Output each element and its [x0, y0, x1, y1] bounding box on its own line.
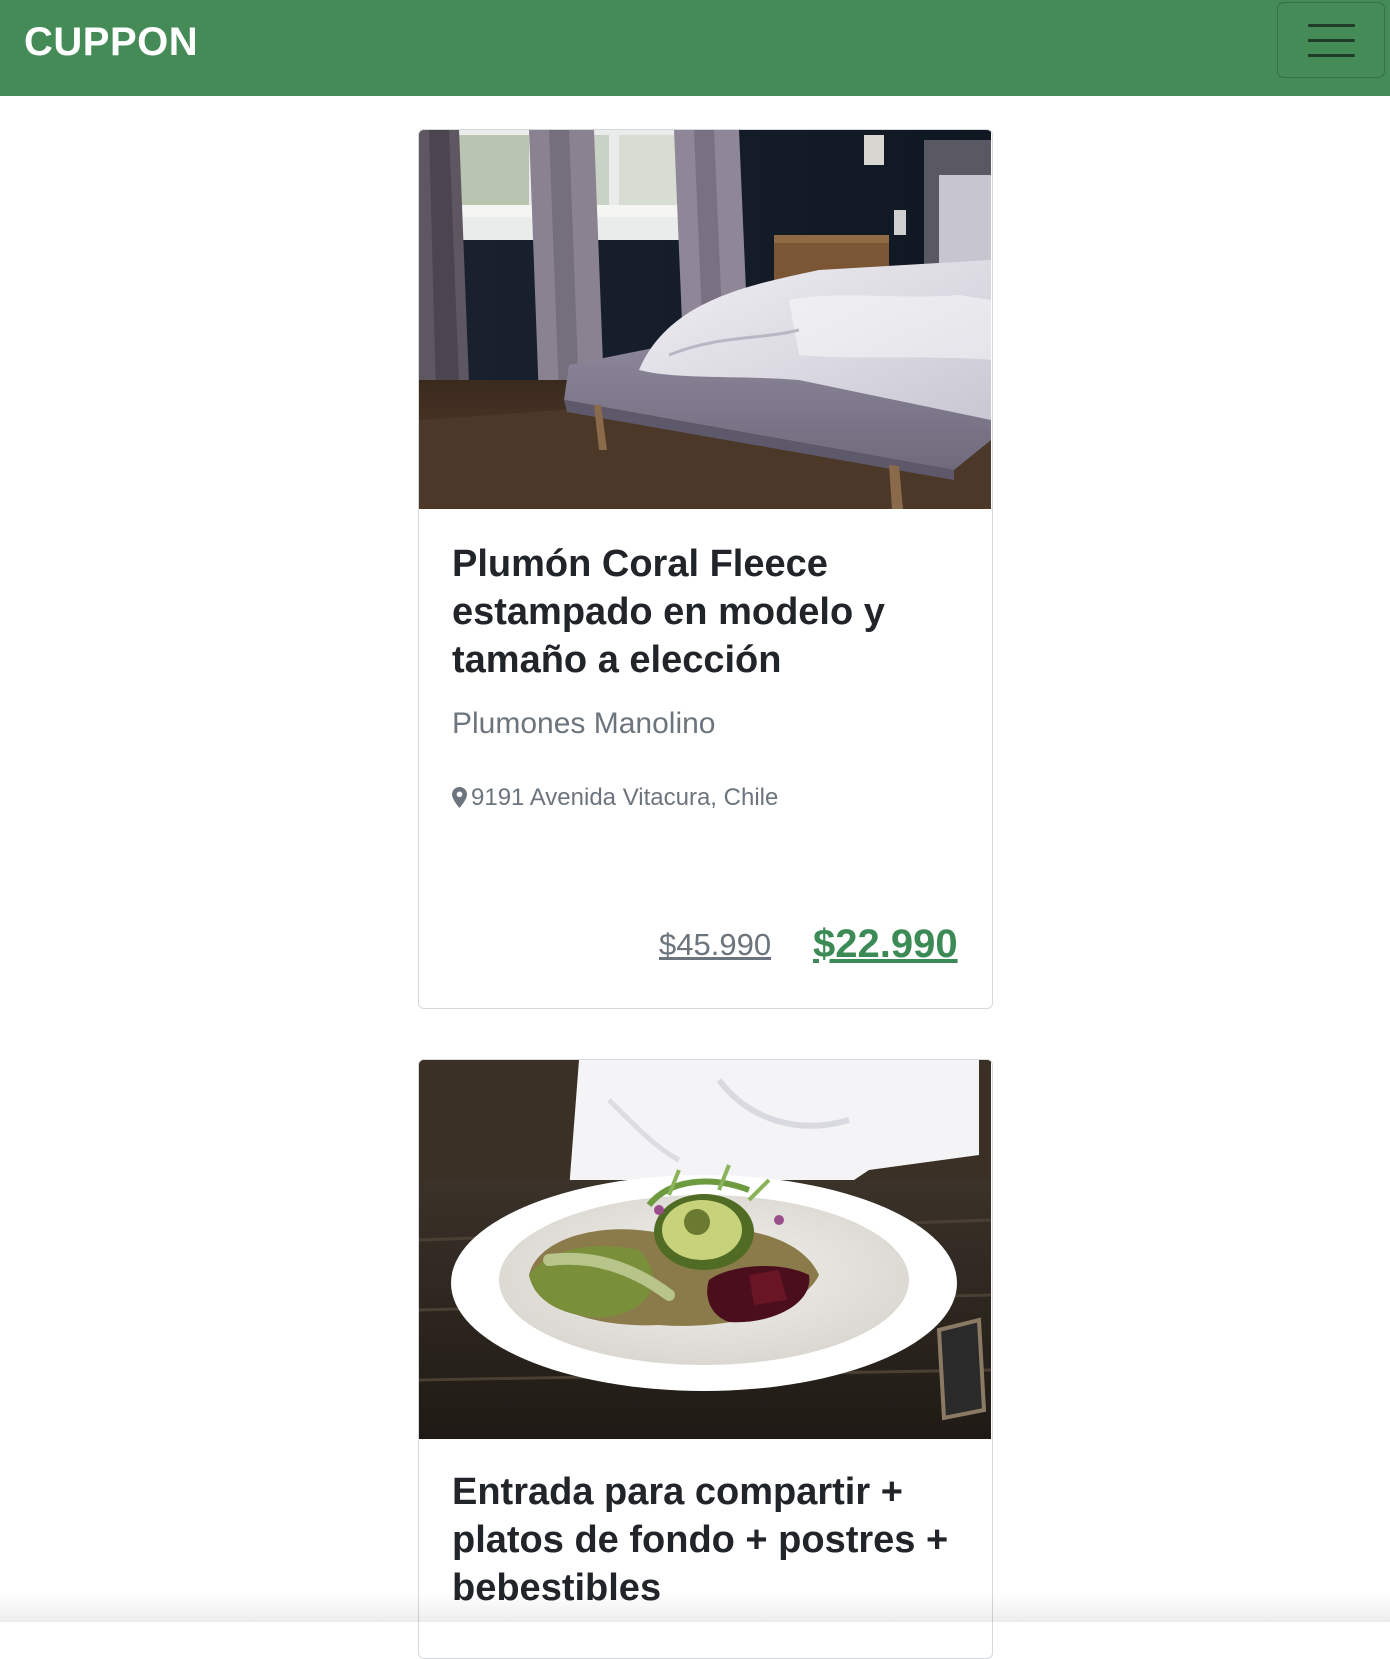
top-navbar: CUPPON	[0, 0, 1390, 96]
menu-toggle-button[interactable]	[1277, 2, 1385, 78]
deal-merchant: Plumones Manolino	[452, 707, 716, 740]
brand-logo-link[interactable]: CUPPON	[24, 20, 198, 64]
salad-bowl-photo	[419, 1060, 991, 1439]
deal-location: 9191 Avenida Vitacura, Chile	[452, 783, 778, 816]
bedroom-photo	[419, 130, 991, 509]
map-marker-icon	[452, 786, 467, 816]
deal-image-bedroom[interactable]	[419, 130, 991, 509]
sale-price[interactable]: $22.990	[813, 922, 958, 966]
deal-location-text: 9191 Avenida Vitacura, Chile	[471, 784, 779, 811]
deal-image-salad[interactable]	[419, 1060, 991, 1439]
original-price[interactable]: $45.990	[659, 927, 771, 963]
deal-title[interactable]: Plumón Coral Fleece estampado en modelo …	[452, 540, 952, 684]
deal-card[interactable]: Plumón Coral Fleece estampado en modelo …	[418, 129, 993, 1009]
deal-card[interactable]: Entrada para compartir + platos de fondo…	[418, 1059, 993, 1659]
deal-title[interactable]: Entrada para compartir + platos de fondo…	[452, 1468, 952, 1612]
